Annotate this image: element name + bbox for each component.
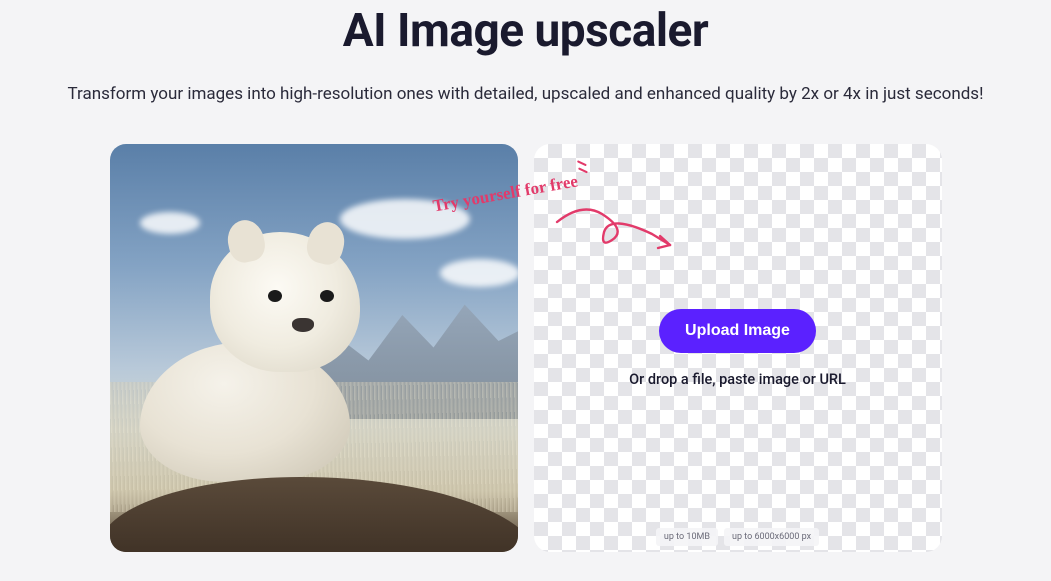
limit-dimensions-badge: up to 6000x6000 px <box>724 528 819 546</box>
limit-badges: up to 10MB up to 6000x6000 px <box>656 528 819 546</box>
example-image-preview <box>110 144 518 552</box>
upload-image-button[interactable]: Upload Image <box>659 309 816 353</box>
decorative-snow-leopard <box>130 222 380 482</box>
page-title: AI Image upscaler <box>0 0 1051 58</box>
limit-filesize-badge: up to 10MB <box>656 528 718 546</box>
drop-hint-text: Or drop a file, paste image or URL <box>629 371 846 388</box>
upload-dropzone[interactable]: Upload Image Or drop a file, paste image… <box>534 144 942 552</box>
decorative-cloud <box>440 259 518 287</box>
page-subtitle: Transform your images into high-resoluti… <box>0 84 1051 104</box>
content-row: Try yourself for free Upload Image Or dr… <box>0 144 1051 552</box>
